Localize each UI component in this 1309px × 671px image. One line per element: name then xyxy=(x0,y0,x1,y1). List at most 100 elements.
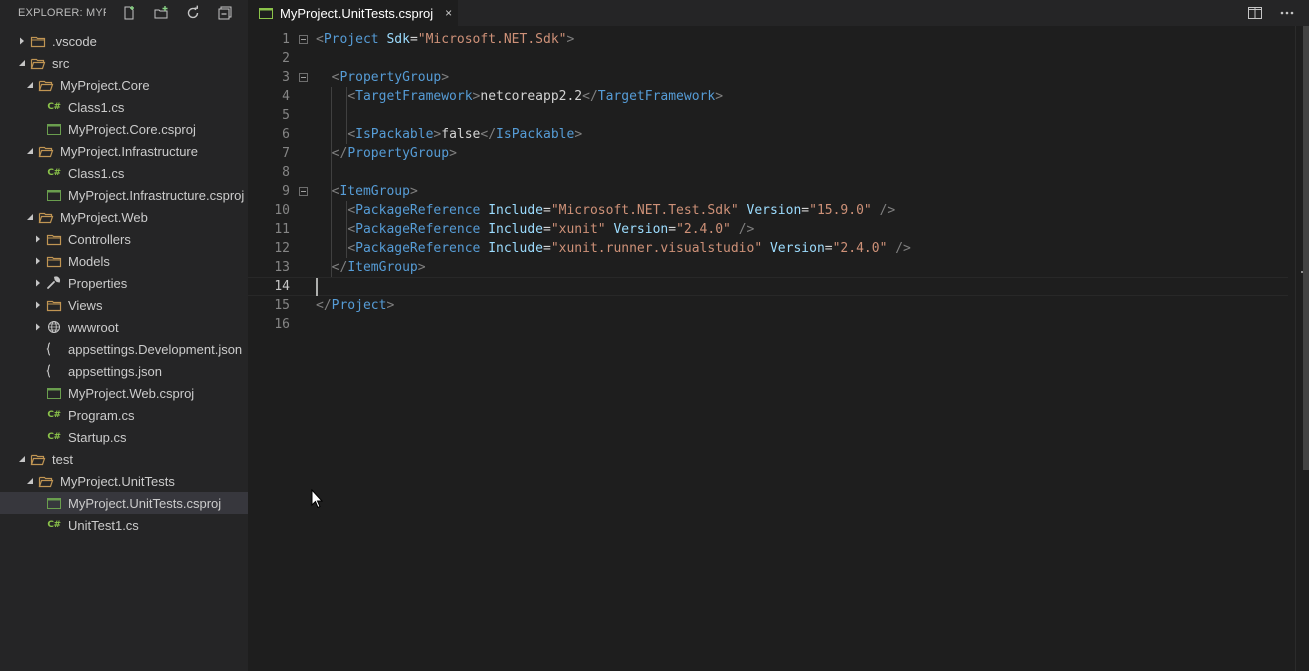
split-editor-icon[interactable] xyxy=(1245,3,1265,23)
folder-open-icon xyxy=(30,451,46,467)
tree-file[interactable]: C# Program.cs xyxy=(0,404,248,426)
close-icon[interactable]: × xyxy=(445,6,452,20)
folder-open-icon xyxy=(38,77,54,93)
code-token: Sdk xyxy=(386,32,410,47)
twistie-spacer xyxy=(30,187,46,203)
code-token: Version xyxy=(613,222,669,237)
explorer-header: EXPLORER: MYP... xyxy=(0,0,248,26)
tree-item-label: appsettings.Development.json xyxy=(68,341,243,357)
fold-collapse-icon[interactable] xyxy=(290,73,316,82)
tree-file[interactable]: C# Class1.cs xyxy=(0,96,248,118)
code-token: Version xyxy=(769,241,825,256)
tree-folder[interactable]: MyProject.Core xyxy=(0,74,248,96)
new-folder-icon[interactable] xyxy=(152,4,170,22)
fold-collapse-icon[interactable] xyxy=(290,187,316,196)
twistie-spacer xyxy=(30,99,46,115)
tree-folder[interactable]: Properties xyxy=(0,272,248,294)
tree-folder[interactable]: MyProject.Infrastructure xyxy=(0,140,248,162)
more-actions-icon[interactable] xyxy=(1277,3,1297,23)
refresh-icon[interactable] xyxy=(184,4,202,22)
chevron-down-icon[interactable] xyxy=(22,77,38,93)
code-token: > xyxy=(441,70,450,85)
code-token: Project xyxy=(331,298,387,313)
line-number: 16 xyxy=(274,317,290,332)
chevron-down-icon[interactable] xyxy=(22,209,38,225)
tree-file[interactable]: C# Class1.cs xyxy=(0,162,248,184)
line-number: 12 xyxy=(274,241,290,256)
tree-file[interactable]: MyProject.Infrastructure.csproj xyxy=(0,184,248,206)
line-number: 14 xyxy=(274,279,290,294)
line-number: 6 xyxy=(282,127,290,142)
tree-item-label: Models xyxy=(68,253,110,269)
chevron-down-icon[interactable] xyxy=(22,143,38,159)
tree-folder[interactable]: test xyxy=(0,448,248,470)
code-token: < xyxy=(347,89,356,104)
tree-item-label: Program.cs xyxy=(68,407,135,423)
csproj-file-icon xyxy=(46,121,62,137)
chevron-down-icon[interactable] xyxy=(14,55,30,71)
tree-folder[interactable]: .vscode xyxy=(0,30,248,52)
tree-file[interactable]: MyProject.Core.csproj xyxy=(0,118,248,140)
tree-folder[interactable]: Models xyxy=(0,250,248,272)
code-line: 3 <PropertyGroup> xyxy=(248,68,1288,87)
tree-item-label: Views xyxy=(68,297,103,313)
chevron-right-icon[interactable] xyxy=(30,253,46,269)
code-line: 14 xyxy=(248,277,1288,296)
csproj-file-icon xyxy=(46,495,62,511)
tab-active-file[interactable]: MyProject.UnitTests.csproj × xyxy=(248,0,458,26)
code-token: PackageReference xyxy=(355,241,481,256)
tree-file[interactable]: MyProject.Web.csproj xyxy=(0,382,248,404)
text-caret xyxy=(316,278,318,296)
chevron-down-icon[interactable] xyxy=(22,473,38,489)
code-token: Project xyxy=(323,32,379,47)
json-file-icon xyxy=(46,341,62,357)
code-text: <Project Sdk="Microsoft.NET.Sdk"> xyxy=(316,32,574,47)
chevron-down-icon[interactable] xyxy=(14,451,30,467)
explorer-sidebar: EXPLORER: MYP... .vscode src MyProject.Cor… xyxy=(0,0,248,671)
tree-folder[interactable]: Controllers xyxy=(0,228,248,250)
code-token: </ xyxy=(480,127,497,142)
chevron-right-icon[interactable] xyxy=(30,231,46,247)
tree-folder[interactable]: src xyxy=(0,52,248,74)
tree-file[interactable]: MyProject.UnitTests.csproj xyxy=(0,492,248,514)
code-text: <IsPackable>false</IsPackable> xyxy=(316,127,582,142)
csproj-file-icon xyxy=(46,187,62,203)
chevron-right-icon[interactable] xyxy=(30,297,46,313)
indent-guide xyxy=(330,87,332,277)
tree-file[interactable]: C# UnitTest1.cs xyxy=(0,514,248,536)
chevron-right-icon[interactable] xyxy=(30,275,46,291)
code-text: <PropertyGroup> xyxy=(316,70,449,85)
code-editor[interactable]: 1 <Project Sdk="Microsoft.NET.Sdk"> 2 3 <Pr… xyxy=(248,26,1309,671)
tree-file[interactable]: C# Startup.cs xyxy=(0,426,248,448)
code-token: Include xyxy=(488,203,543,218)
chevron-right-icon[interactable] xyxy=(14,33,30,49)
tree-file[interactable]: appsettings.json xyxy=(0,360,248,382)
tree-folder[interactable]: wwwroot xyxy=(0,316,248,338)
code-line: 4 <TargetFramework>netcoreapp2.2</Target… xyxy=(248,87,1288,106)
csproj-file-icon xyxy=(46,385,62,401)
tree-folder[interactable]: MyProject.Web xyxy=(0,206,248,228)
tree-item-label: .vscode xyxy=(52,33,97,49)
csharp-file-icon: C# xyxy=(47,432,61,442)
code-line: 11 <PackageReference Include="xunit" Ver… xyxy=(248,220,1288,239)
code-token: "2.4.0" xyxy=(832,241,888,256)
twistie-spacer xyxy=(30,407,46,423)
tree-folder[interactable]: MyProject.UnitTests xyxy=(0,470,248,492)
tree-folder[interactable]: Views xyxy=(0,294,248,316)
code-line: 10 <PackageReference Include="Microsoft.… xyxy=(248,201,1288,220)
vertical-scrollbar[interactable] xyxy=(1303,26,1309,470)
collapse-all-icon[interactable] xyxy=(216,4,234,22)
folder-open-icon xyxy=(30,55,46,71)
line-number: 8 xyxy=(282,165,290,180)
chevron-right-icon[interactable] xyxy=(30,319,46,335)
fold-collapse-icon[interactable] xyxy=(290,35,316,44)
code-token: "15.9.0" xyxy=(809,203,872,218)
line-number: 4 xyxy=(282,89,290,104)
tree-file[interactable]: appsettings.Development.json xyxy=(0,338,248,360)
code-token: Version xyxy=(746,203,802,218)
new-file-icon[interactable] xyxy=(120,4,138,22)
